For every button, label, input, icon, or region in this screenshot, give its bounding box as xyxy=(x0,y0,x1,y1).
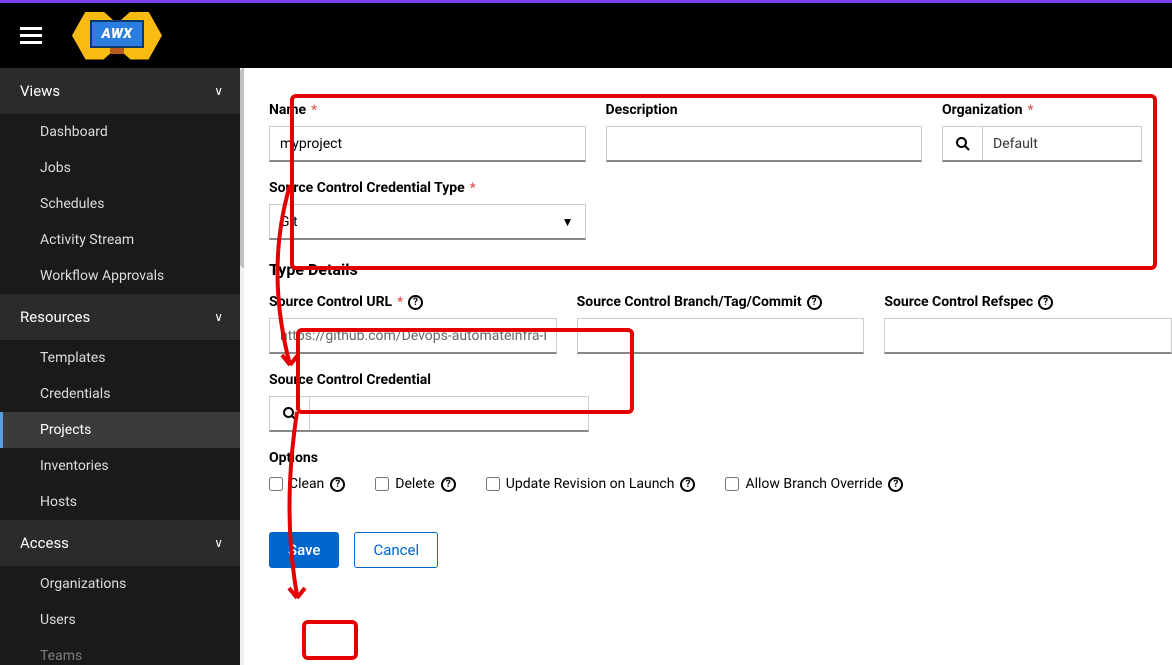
menu-toggle-icon[interactable] xyxy=(20,27,42,44)
sidebar-item-teams[interactable]: Teams xyxy=(0,638,243,665)
scm-credential-value xyxy=(310,397,588,430)
sidebar-item-organizations[interactable]: Organizations xyxy=(0,566,243,602)
sidebar-item-schedules[interactable]: Schedules xyxy=(0,186,243,222)
sidebar-item-activity-stream[interactable]: Activity Stream xyxy=(0,222,243,258)
scm-type-label: Source Control Credential Type* xyxy=(269,180,586,196)
save-button[interactable]: Save xyxy=(269,532,339,568)
chevron-down-icon: ∨ xyxy=(214,536,223,550)
sidebar: Views ∨ Dashboard Jobs Schedules Activit… xyxy=(0,68,244,665)
help-icon[interactable]: ? xyxy=(1038,295,1053,310)
search-icon[interactable] xyxy=(943,127,983,160)
sidebar-section-resources[interactable]: Resources ∨ xyxy=(0,294,243,340)
section-label: Access xyxy=(20,534,69,552)
organization-lookup[interactable]: Default xyxy=(942,126,1142,162)
awx-logo[interactable]: AWX xyxy=(72,12,162,60)
scm-branch-label: Source Control Branch/Tag/Commit ? xyxy=(577,294,865,310)
option-clean[interactable]: Clean ? xyxy=(269,476,345,492)
sidebar-item-projects[interactable]: Projects xyxy=(0,412,243,448)
main-content: Name* Description Organization* xyxy=(244,68,1172,665)
sidebar-item-templates[interactable]: Templates xyxy=(0,340,243,376)
name-input[interactable] xyxy=(269,126,586,162)
search-icon[interactable] xyxy=(270,397,310,430)
option-allow-branch-override[interactable]: Allow Branch Override ? xyxy=(725,476,903,492)
scm-credential-label: Source Control Credential xyxy=(269,372,589,388)
delete-checkbox[interactable] xyxy=(375,477,389,491)
chevron-down-icon: ∨ xyxy=(214,84,223,98)
help-icon[interactable]: ? xyxy=(330,477,345,492)
clean-checkbox[interactable] xyxy=(269,477,283,491)
scm-url-label: Source Control URL* ? xyxy=(269,294,557,310)
update-launch-checkbox[interactable] xyxy=(486,477,500,491)
help-icon[interactable]: ? xyxy=(441,477,456,492)
sidebar-item-credentials[interactable]: Credentials xyxy=(0,376,243,412)
scm-branch-input[interactable] xyxy=(577,318,865,354)
option-delete[interactable]: Delete ? xyxy=(375,476,455,492)
organization-value: Default xyxy=(983,127,1141,160)
description-input[interactable] xyxy=(606,126,923,162)
sidebar-item-inventories[interactable]: Inventories xyxy=(0,448,243,484)
section-label: Resources xyxy=(20,308,90,326)
sidebar-section-access[interactable]: Access ∨ xyxy=(0,520,243,566)
sidebar-item-dashboard[interactable]: Dashboard xyxy=(0,114,243,150)
sidebar-item-users[interactable]: Users xyxy=(0,602,243,638)
organization-label: Organization* xyxy=(942,102,1142,118)
scm-url-input[interactable] xyxy=(269,318,557,354)
help-icon[interactable]: ? xyxy=(680,477,695,492)
sidebar-item-hosts[interactable]: Hosts xyxy=(0,484,243,520)
type-details-heading: Type Details xyxy=(269,260,1172,279)
section-label: Views xyxy=(20,82,60,100)
scm-type-select[interactable] xyxy=(269,204,586,240)
help-icon[interactable]: ? xyxy=(807,295,822,310)
chevron-down-icon: ∨ xyxy=(214,310,223,324)
help-icon[interactable]: ? xyxy=(408,295,423,310)
name-label: Name* xyxy=(269,102,586,118)
header: AWX xyxy=(0,3,1172,68)
sidebar-item-workflow-approvals[interactable]: Workflow Approvals xyxy=(0,258,243,294)
sidebar-section-views[interactable]: Views ∨ xyxy=(0,68,243,114)
sidebar-item-jobs[interactable]: Jobs xyxy=(0,150,243,186)
cancel-button[interactable]: Cancel xyxy=(354,532,438,568)
scm-refspec-input[interactable] xyxy=(884,318,1172,354)
scm-credential-lookup[interactable] xyxy=(269,396,589,432)
description-label: Description xyxy=(606,102,923,118)
help-icon[interactable]: ? xyxy=(888,477,903,492)
scm-refspec-label: Source Control Refspec ? xyxy=(884,294,1172,310)
branch-override-checkbox[interactable] xyxy=(725,477,739,491)
options-label: Options xyxy=(269,450,1172,466)
option-update-on-launch[interactable]: Update Revision on Launch ? xyxy=(486,476,696,492)
